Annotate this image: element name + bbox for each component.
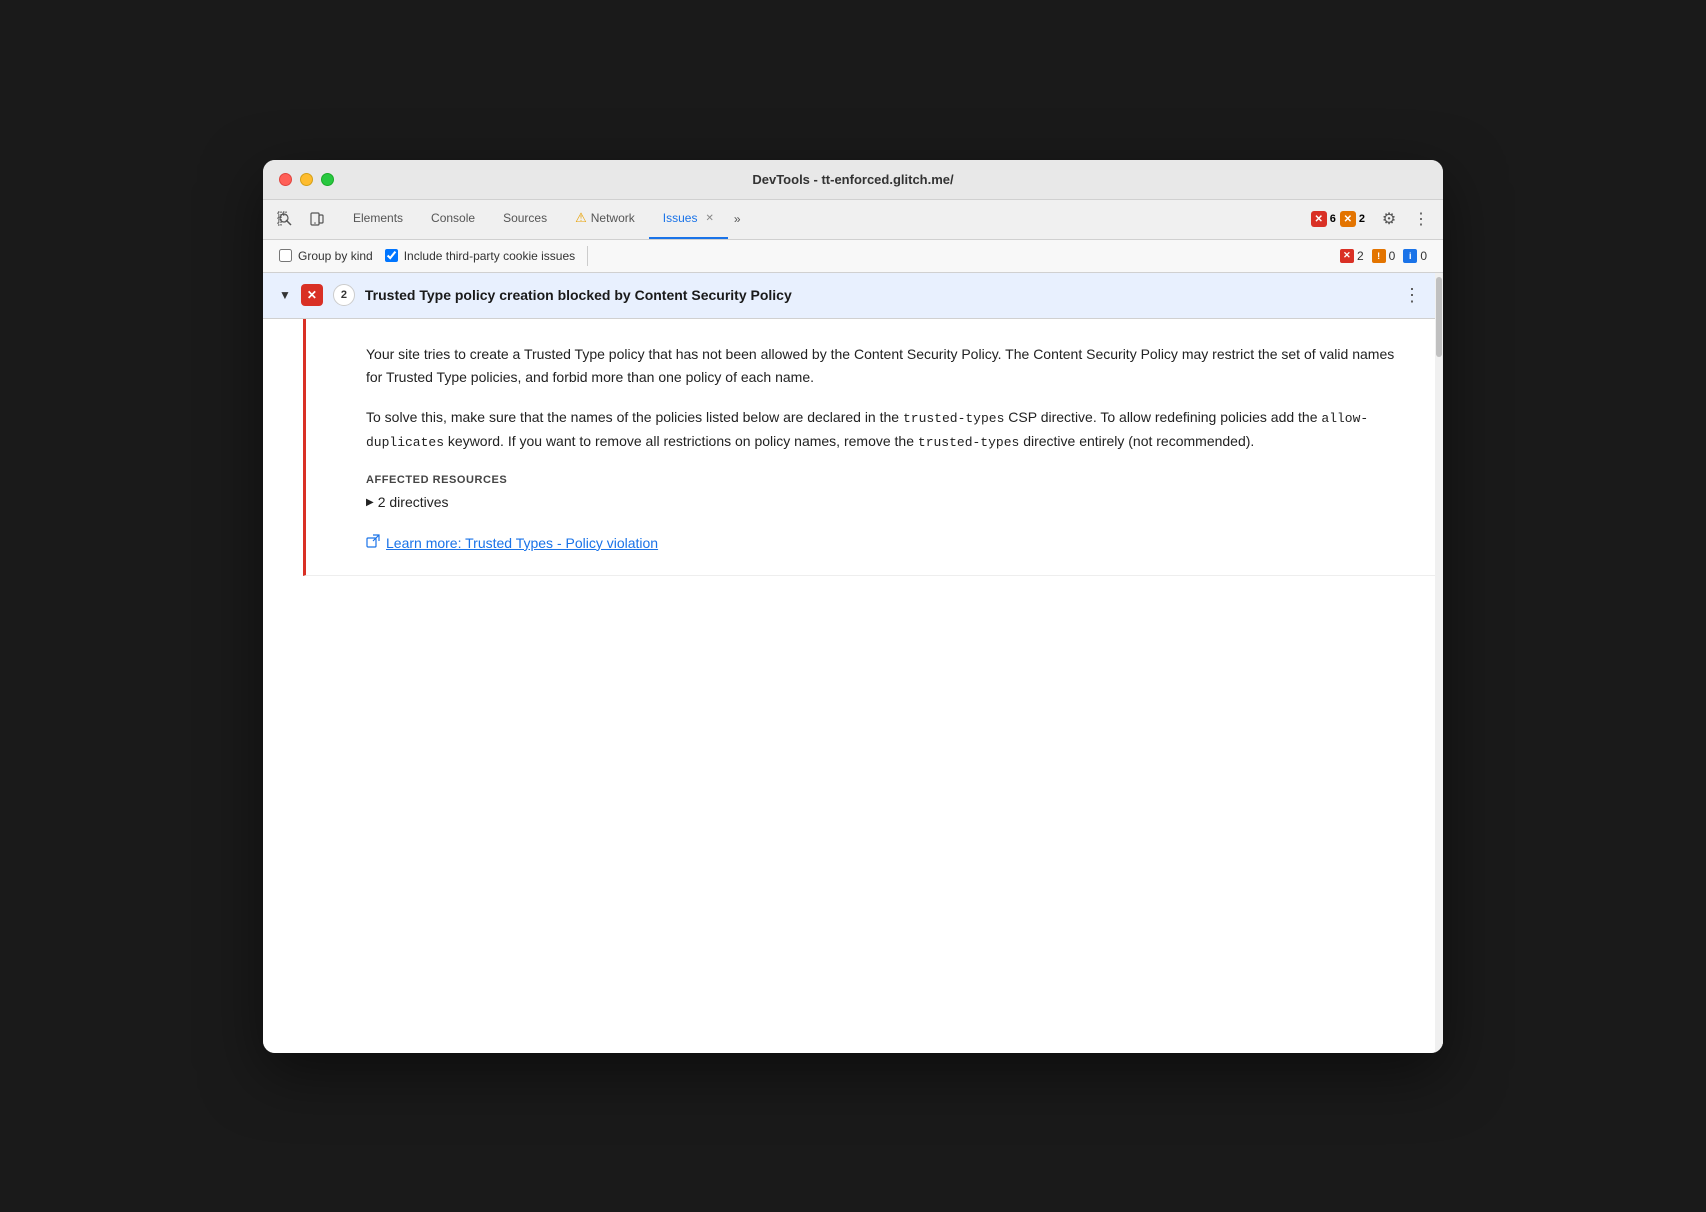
issue-more-button[interactable]: ⋮ xyxy=(1397,283,1427,308)
tab-sources[interactable]: Sources xyxy=(489,199,561,239)
content-wrapper: ▼ ✕ 2 Trusted Type policy creation block… xyxy=(263,273,1443,1053)
tab-network[interactable]: ⚠ Network xyxy=(561,199,649,239)
learn-more: Learn more: Trusted Types - Policy viola… xyxy=(366,534,1403,551)
tab-console[interactable]: Console xyxy=(417,199,489,239)
filter-separator xyxy=(587,246,588,266)
include-third-party-label[interactable]: Include third-party cookie issues xyxy=(385,249,575,263)
description-para1: Your site tries to create a Trusted Type… xyxy=(366,343,1403,391)
toolbar: Elements Console Sources ⚠ Network Issue… xyxy=(263,200,1443,240)
issue-title: Trusted Type policy creation blocked by … xyxy=(365,287,1387,303)
warning-badge: ✕ 2 xyxy=(1340,211,1365,227)
warning-badge-icon: ✕ xyxy=(1340,211,1356,227)
code-trusted-types-1: trusted-types xyxy=(903,411,1004,426)
error-badge: ✕ 6 xyxy=(1311,211,1336,227)
warning-icon: ⚠ xyxy=(575,210,587,226)
issue-count: 2 xyxy=(333,284,355,306)
filter-warning-icon: ! xyxy=(1372,249,1386,263)
inspect-icon[interactable] xyxy=(271,205,299,233)
tab-close-icon[interactable]: ✕ xyxy=(705,213,713,224)
include-third-party-checkbox[interactable] xyxy=(385,249,398,262)
more-button[interactable]: ⋮ xyxy=(1407,205,1435,233)
issue-error-badge: ✕ xyxy=(301,284,323,306)
filter-info-badge: i 0 xyxy=(1403,249,1427,263)
group-by-kind-checkbox[interactable] xyxy=(279,249,292,262)
filter-warning-badge: ! 0 xyxy=(1372,249,1396,263)
issue-description: Your site tries to create a Trusted Type… xyxy=(366,343,1403,455)
device-icon[interactable] xyxy=(303,205,331,233)
title-bar: DevTools - tt-enforced.glitch.me/ xyxy=(263,160,1443,200)
content: ▼ ✕ 2 Trusted Type policy creation block… xyxy=(263,273,1443,1053)
error-badge-icon: ✕ xyxy=(1311,211,1327,227)
settings-button[interactable]: ⚙ xyxy=(1375,205,1403,233)
issue-header: ▼ ✕ 2 Trusted Type policy creation block… xyxy=(263,273,1443,319)
filter-error-badge: ✕ 2 xyxy=(1340,249,1364,263)
toolbar-icons xyxy=(271,205,331,233)
group-by-kind-label[interactable]: Group by kind xyxy=(279,249,373,263)
devtools-window: DevTools - tt-enforced.glitch.me/ xyxy=(263,160,1443,1053)
external-link-icon xyxy=(366,534,380,551)
badge-group: ✕ 6 ✕ 2 ⚙ ⋮ xyxy=(1311,205,1435,233)
description-para2: To solve this, make sure that the names … xyxy=(366,406,1403,454)
close-button[interactable] xyxy=(279,173,292,186)
affected-resources: AFFECTED RESOURCES ▶ 2 directives xyxy=(366,474,1403,510)
affected-label: AFFECTED RESOURCES xyxy=(366,474,1403,486)
minimize-button[interactable] xyxy=(300,173,313,186)
maximize-button[interactable] xyxy=(321,173,334,186)
traffic-lights xyxy=(279,173,334,186)
filter-info-icon: i xyxy=(1403,249,1417,263)
directives-item[interactable]: ▶ 2 directives xyxy=(366,494,1403,510)
scrollbar[interactable] xyxy=(1435,273,1443,1053)
tab-more-button[interactable]: » xyxy=(728,204,747,234)
expand-arrow[interactable]: ▼ xyxy=(279,288,291,302)
code-allow-duplicates: allow-duplicates xyxy=(366,411,1368,450)
window-title: DevTools - tt-enforced.glitch.me/ xyxy=(752,172,953,187)
learn-more-link[interactable]: Learn more: Trusted Types - Policy viola… xyxy=(386,535,658,551)
scrollbar-thumb xyxy=(1436,277,1442,357)
tab-elements[interactable]: Elements xyxy=(339,199,417,239)
filter-badges: ✕ 2 ! 0 i 0 xyxy=(1340,249,1427,263)
issue-body: Your site tries to create a Trusted Type… xyxy=(303,319,1443,577)
tabs: Elements Console Sources ⚠ Network Issue… xyxy=(339,199,1435,239)
filter-bar: Group by kind Include third-party cookie… xyxy=(263,240,1443,273)
tab-issues[interactable]: Issues ✕ xyxy=(649,199,728,239)
code-trusted-types-2: trusted-types xyxy=(918,435,1019,450)
dir-arrow-icon: ▶ xyxy=(366,497,374,508)
filter-error-icon: ✕ xyxy=(1340,249,1354,263)
